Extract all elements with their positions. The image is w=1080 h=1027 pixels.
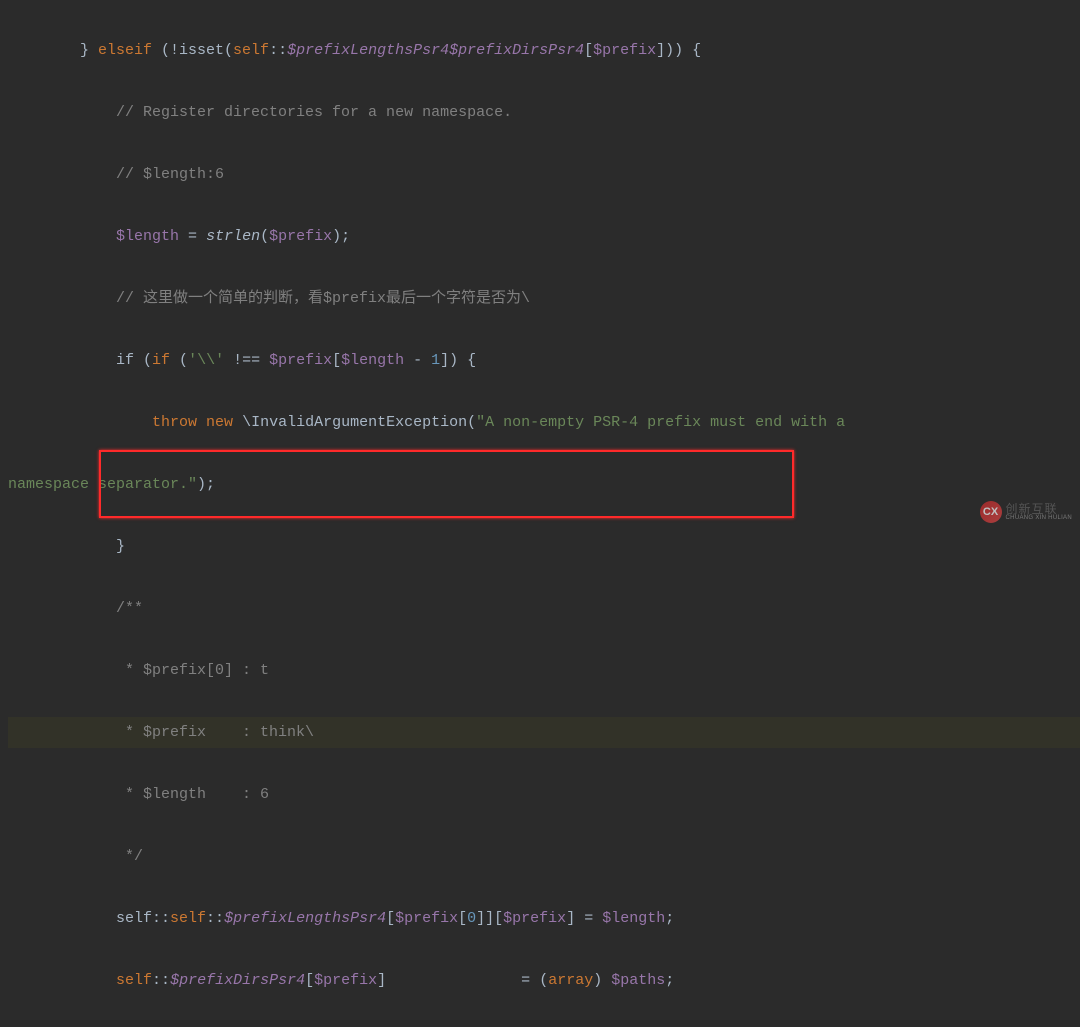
code-editor-area[interactable]: } elseif (!isset(self::$prefixLengthsPsr… <box>0 4 1080 1027</box>
watermark: CX 创新互联 CHUANG XIN HULIAN <box>980 501 1072 523</box>
code-line: } <box>8 531 1080 562</box>
code-line: self::self::$prefixLengthsPsr4[$prefix[0… <box>8 903 1080 934</box>
watermark-subtext: CHUANG XIN HULIAN <box>1006 515 1072 521</box>
code-line: // 这里做一个简单的判断，看$prefix最后一个字符是否为\ <box>8 283 1080 314</box>
code-line: } elseif (!isset(self::$prefixLengthsPsr… <box>8 35 1080 66</box>
code-line: throw new \InvalidArgumentException("A n… <box>8 407 1080 438</box>
code-line: */ <box>8 841 1080 872</box>
code-line: * $prefix[0] : t <box>8 655 1080 686</box>
code-line: namespace separator."); <box>8 469 1080 500</box>
code-line: $length = strlen($prefix); <box>8 221 1080 252</box>
code-line: * $length : 6 <box>8 779 1080 810</box>
code-line: if (if ('\\' !== $prefix[$length - 1]) { <box>8 345 1080 376</box>
watermark-text: 创新互联 <box>1006 503 1072 515</box>
code-line: self::$prefixDirsPsr4[$prefix] = (array)… <box>8 965 1080 996</box>
code-line-highlighted: * $prefix : think\ <box>8 717 1080 748</box>
code-line: // $length:6 <box>8 159 1080 190</box>
code-line: /** <box>8 593 1080 624</box>
watermark-logo-icon: CX <box>980 501 1002 523</box>
code-line: // Register directories for a new namesp… <box>8 97 1080 128</box>
